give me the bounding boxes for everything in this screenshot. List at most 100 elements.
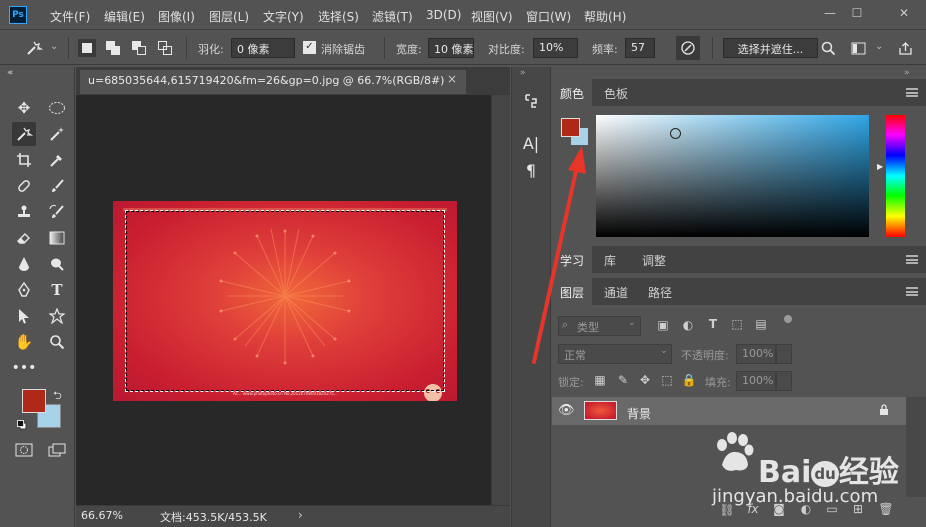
share-icon[interactable] bbox=[893, 36, 917, 60]
foreground-color-swatch[interactable] bbox=[22, 389, 46, 413]
toolbar-collapse-icon[interactable]: « bbox=[7, 68, 13, 78]
lock-all-icon[interactable]: 🔒 bbox=[681, 373, 697, 387]
width-input[interactable]: 10 像素 bbox=[428, 38, 474, 58]
quick-selection-preset-icon[interactable] bbox=[22, 36, 46, 60]
filter-type-icon[interactable]: T bbox=[705, 317, 721, 331]
hue-slider[interactable] bbox=[886, 115, 905, 237]
filter-pixel-icon[interactable]: ▣ bbox=[655, 318, 671, 332]
expand-panels-icon[interactable]: » bbox=[520, 68, 526, 78]
zoom-level[interactable]: 66.67% bbox=[81, 509, 123, 522]
more-tools-icon[interactable]: ••• bbox=[12, 356, 37, 380]
close-document-button[interactable]: × bbox=[447, 72, 457, 86]
swap-colors-icon[interactable]: ⮌ bbox=[53, 387, 62, 406]
zoom-tool-icon[interactable] bbox=[45, 330, 69, 354]
history-panel-icon[interactable] bbox=[519, 89, 543, 113]
magic-wand-tool-icon[interactable] bbox=[45, 122, 69, 146]
maximize-button[interactable]: ☐ bbox=[846, 4, 868, 22]
chevron-down-icon[interactable]: ⌄ bbox=[875, 41, 883, 52]
crop-tool-icon[interactable] bbox=[12, 148, 36, 172]
filter-smart-object-icon[interactable]: ▤ bbox=[753, 317, 769, 331]
filter-adjustment-icon[interactable]: ◐ bbox=[680, 318, 696, 332]
clone-stamp-tool-icon[interactable] bbox=[12, 200, 36, 224]
contrast-input[interactable]: 10% bbox=[533, 38, 578, 58]
chevron-down-icon[interactable]: ⌄ bbox=[50, 41, 58, 52]
eyedropper-tool-icon[interactable] bbox=[45, 148, 69, 172]
dodge-tool-icon[interactable] bbox=[45, 252, 69, 276]
minimize-button[interactable]: — bbox=[819, 4, 841, 22]
quick-mask-icon[interactable] bbox=[12, 438, 36, 462]
blur-tool-icon[interactable] bbox=[12, 252, 36, 276]
menu-edit[interactable]: 编辑(E) bbox=[104, 8, 145, 25]
add-to-selection-icon[interactable] bbox=[104, 39, 122, 57]
lock-position-icon[interactable]: ✥ bbox=[637, 373, 653, 387]
path-selection-tool-icon[interactable] bbox=[12, 304, 36, 328]
tab-adjustments[interactable]: 调整 bbox=[634, 246, 674, 273]
move-tool-icon[interactable]: ✥ bbox=[12, 96, 36, 120]
healing-brush-tool-icon[interactable] bbox=[12, 174, 36, 198]
history-brush-tool-icon[interactable] bbox=[45, 200, 69, 224]
brush-tool-icon[interactable] bbox=[45, 174, 69, 198]
tab-channels[interactable]: 通道 bbox=[596, 278, 636, 305]
layer-thumbnail[interactable] bbox=[584, 401, 617, 420]
antialias-checkbox[interactable]: ✓ bbox=[303, 41, 316, 54]
frequency-input[interactable]: 57 bbox=[625, 38, 655, 58]
document-tab[interactable]: u=685035644,615719420&fm=26&gp=0.jpg @ 6… bbox=[80, 70, 466, 94]
hand-tool-icon[interactable]: ✋ bbox=[12, 330, 36, 354]
default-colors-icon[interactable] bbox=[17, 419, 27, 430]
fill-input[interactable]: 100% bbox=[736, 371, 776, 391]
layer-name[interactable]: 背景 bbox=[627, 405, 651, 422]
opacity-dropdown[interactable] bbox=[776, 344, 792, 364]
panel-foreground-color[interactable] bbox=[561, 118, 580, 137]
menu-layer[interactable]: 图层(L) bbox=[209, 8, 249, 25]
learn-panel-menu-icon[interactable] bbox=[906, 255, 918, 264]
opacity-input[interactable]: 100% bbox=[736, 344, 776, 364]
menu-file[interactable]: 文件(F) bbox=[50, 8, 90, 25]
collapse-panels-icon[interactable]: » bbox=[904, 68, 910, 78]
tab-color[interactable]: 颜色 bbox=[552, 79, 593, 106]
workspace-icon[interactable] bbox=[846, 36, 870, 60]
marquee-tool-icon[interactable] bbox=[45, 96, 69, 120]
filter-toggle-icon[interactable] bbox=[784, 315, 792, 323]
tab-libraries[interactable]: 库 bbox=[596, 246, 624, 273]
filter-shape-icon[interactable]: ⬚ bbox=[729, 317, 745, 331]
close-window-button[interactable]: ✕ bbox=[893, 4, 915, 22]
color-panel-menu-icon[interactable] bbox=[906, 88, 918, 97]
feather-input[interactable]: 0 像素 bbox=[231, 38, 295, 58]
delete-layer-icon[interactable]: 🗑 bbox=[878, 502, 894, 516]
hue-slider-handle[interactable]: ▶ bbox=[877, 162, 883, 171]
new-selection-icon[interactable] bbox=[78, 39, 96, 57]
vertical-scrollbar[interactable] bbox=[491, 95, 510, 505]
lock-transparent-pixels-icon[interactable]: ▦ bbox=[592, 373, 608, 387]
menu-3d[interactable]: 3D(D) bbox=[426, 8, 461, 22]
fill-dropdown[interactable] bbox=[776, 371, 792, 391]
pen-tool-icon[interactable] bbox=[12, 278, 36, 302]
eraser-tool-icon[interactable] bbox=[12, 226, 36, 250]
menu-image[interactable]: 图像(I) bbox=[158, 8, 195, 25]
search-icon[interactable] bbox=[816, 36, 840, 60]
subtract-from-selection-icon[interactable] bbox=[130, 39, 148, 57]
menu-type[interactable]: 文字(Y) bbox=[263, 8, 304, 25]
eye-icon[interactable]: 👁 bbox=[558, 403, 575, 418]
layers-scrollbar[interactable] bbox=[906, 397, 926, 497]
custom-shape-tool-icon[interactable] bbox=[45, 304, 69, 328]
tab-paths[interactable]: 路径 bbox=[640, 278, 680, 305]
tab-swatches[interactable]: 色板 bbox=[596, 79, 636, 106]
intersect-selection-icon[interactable] bbox=[156, 39, 174, 57]
quick-selection-tool-icon[interactable] bbox=[12, 122, 36, 146]
menu-help[interactable]: 帮助(H) bbox=[584, 8, 626, 25]
lock-image-pixels-icon[interactable]: ✎ bbox=[615, 373, 631, 387]
color-picker-cursor[interactable] bbox=[670, 128, 681, 139]
gradient-tool-icon[interactable] bbox=[45, 226, 69, 250]
screen-mode-icon[interactable] bbox=[45, 438, 69, 462]
status-menu-arrow[interactable]: › bbox=[298, 508, 303, 522]
select-and-mask-button[interactable]: 选择并遮住... bbox=[723, 38, 818, 58]
lock-artboard-icon[interactable]: ⬚ bbox=[659, 373, 675, 387]
layers-panel-menu-icon[interactable] bbox=[906, 287, 918, 296]
color-spectrum[interactable] bbox=[596, 115, 869, 237]
menu-window[interactable]: 窗口(W) bbox=[526, 8, 571, 25]
type-tool-icon[interactable]: T bbox=[45, 278, 69, 302]
menu-view[interactable]: 视图(V) bbox=[471, 8, 513, 25]
menu-select[interactable]: 选择(S) bbox=[318, 8, 359, 25]
stylus-pressure-icon[interactable] bbox=[676, 36, 700, 60]
menu-filter[interactable]: 滤镜(T) bbox=[372, 8, 413, 25]
